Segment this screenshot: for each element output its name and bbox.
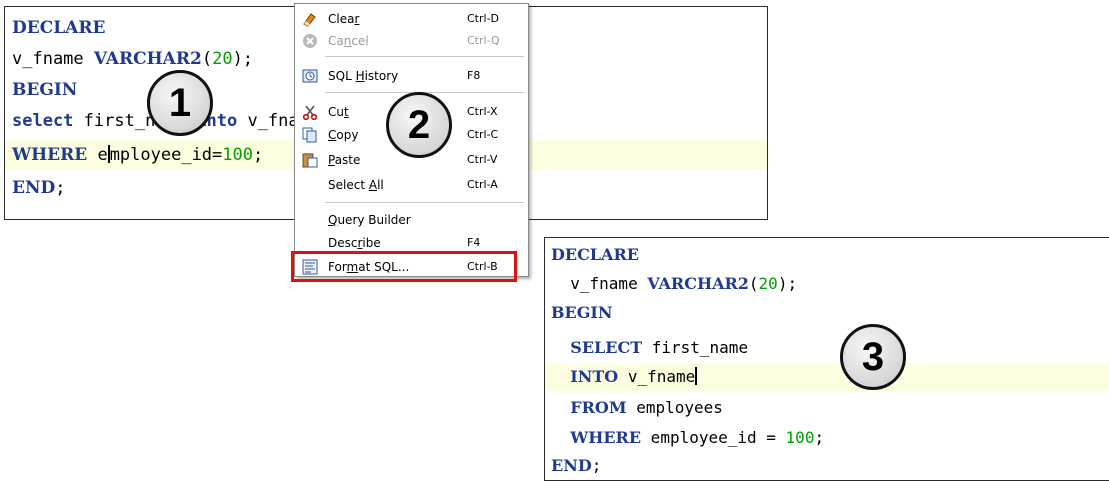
code-text: ; xyxy=(591,456,602,475)
code-keyword: INTO xyxy=(570,367,619,386)
code-keyword: END xyxy=(12,178,56,198)
code-text: ( xyxy=(748,274,759,293)
eraser-icon xyxy=(302,11,318,27)
step-badge-3: 3 xyxy=(840,324,906,390)
history-icon xyxy=(302,68,318,84)
code-text: e xyxy=(87,145,108,165)
code-keyword: BEGIN xyxy=(551,303,613,322)
text-caret xyxy=(695,367,698,385)
code-keyword: DECLARE xyxy=(12,18,106,38)
menu-item-query-builder[interactable]: Query Builder xyxy=(295,209,528,231)
cancel-icon xyxy=(302,33,318,49)
code-text: first_name xyxy=(642,338,749,357)
code-keyword: DECLARE xyxy=(551,245,639,264)
code-text: v_fname xyxy=(618,367,696,386)
code-line: END; xyxy=(545,452,1109,480)
code-number: 100 xyxy=(785,428,815,447)
code-keyword: select xyxy=(12,111,74,131)
code-line-current: INTO v_fname xyxy=(545,363,1109,391)
scissors-icon xyxy=(302,104,318,121)
code-keyword: BEGIN xyxy=(12,80,78,100)
code-text: ; xyxy=(814,428,825,447)
code-text: ; xyxy=(55,178,66,198)
code-text: ); xyxy=(777,274,798,293)
code-line: SELECT first_name xyxy=(545,334,1109,362)
code-number: 100 xyxy=(222,145,253,165)
code-line: FROM employees xyxy=(545,394,1109,422)
code-keyword: SELECT xyxy=(570,338,643,357)
step-badge-2: 2 xyxy=(386,92,452,158)
code-text: ; xyxy=(253,145,264,165)
menu-item-cancel[interactable]: Cancel Ctrl-Q xyxy=(295,30,528,52)
menu-separator xyxy=(325,56,524,57)
menu-item-clear[interactable]: Clear Ctrl-D xyxy=(295,8,528,30)
code-keyword: END xyxy=(551,456,592,475)
code-keyword: WHERE xyxy=(12,145,88,165)
format-sql-highlight-box xyxy=(291,251,517,282)
code-text: ( xyxy=(201,49,213,69)
code-line: BEGIN xyxy=(545,299,1109,327)
code-line: DECLARE xyxy=(545,241,1109,269)
menu-item-sql-history[interactable]: SQL History F8 xyxy=(295,65,528,87)
code-keyword: WHERE xyxy=(570,428,642,447)
code-text: v_fname xyxy=(12,49,94,69)
code-text: employees xyxy=(626,398,723,417)
step-badge-1: 1 xyxy=(147,70,213,136)
code-number: 20 xyxy=(758,274,778,293)
code-keyword: VARCHAR2 xyxy=(647,274,749,293)
code-text: ); xyxy=(232,49,254,69)
code-keyword: VARCHAR2 xyxy=(93,49,202,69)
code-line: WHERE employee_id = 100; xyxy=(545,424,1109,452)
paste-icon xyxy=(302,152,318,168)
menu-item-select-all[interactable]: Select All Ctrl-A xyxy=(295,174,528,196)
menu-separator xyxy=(325,202,524,203)
code-text: employee_id = xyxy=(641,428,786,447)
code-text: v_fname xyxy=(551,274,648,293)
code-keyword: FROM xyxy=(570,398,627,417)
code-text: mployee_id= xyxy=(109,145,223,165)
sql-editor-formatted[interactable]: DECLARE v_fname VARCHAR2(20); BEGIN SELE… xyxy=(544,237,1109,481)
code-line: v_fname VARCHAR2(20); xyxy=(545,270,1109,298)
copy-icon xyxy=(302,127,318,143)
code-number: 20 xyxy=(212,49,233,69)
